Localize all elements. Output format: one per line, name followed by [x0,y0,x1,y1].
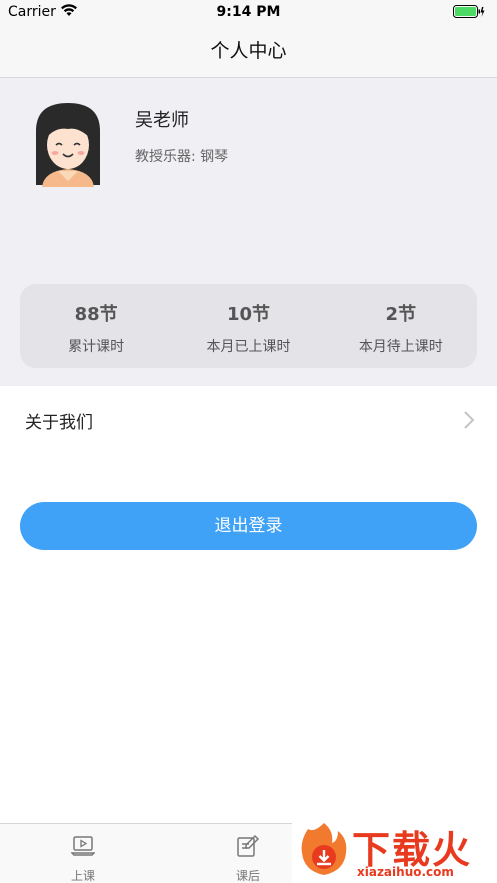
status-bar: Carrier 9:14 PM [0,0,497,26]
stat-month-pending: 2节 本月待上课时 [325,284,477,368]
battery-icon [453,5,485,18]
tab-after-class[interactable]: 课后 [208,824,288,883]
stat-value: 2节 [385,304,417,325]
stat-label: 累计课时 [68,339,125,355]
teacher-name: 吴老师 [135,110,189,131]
logout-button[interactable]: 退出登录 [20,502,477,550]
tab-class[interactable]: 上课 [43,824,123,883]
stat-total-lessons: 88节 累计课时 [20,284,172,368]
profile-section: 吴老师 教授乐器: 钢琴 88节 累计课时 10节 本月已上课时 2节 本月待上… [0,78,497,386]
chevron-right-icon [464,411,475,429]
page-title: 个人中心 [210,40,287,62]
stat-label: 本月已上课时 [206,339,291,355]
instrument-label: 教授乐器: 钢琴 [135,149,229,165]
watermark-url: xiazaihuo.com [357,865,454,879]
about-us-label: 关于我们 [25,413,93,433]
stat-value: 10节 [226,304,271,325]
stat-month-completed: 10节 本月已上课时 [172,284,324,368]
navigation-bar: 个人中心 [0,26,497,78]
flame-logo-icon [301,823,347,875]
avatar [36,103,100,187]
watermark: 下载火 xiazaihuo.com [292,817,497,883]
stat-label: 本月待上课时 [358,339,443,355]
stat-value: 88节 [74,304,118,325]
stats-card: 88节 累计课时 10节 本月已上课时 2节 本月待上课时 [20,284,477,368]
tab-after-class-label: 课后 [235,869,260,883]
laptop-play-icon [71,836,95,856]
edit-note-icon [237,834,260,857]
about-us-row[interactable]: 关于我们 [0,386,497,454]
status-time: 9:14 PM [216,4,281,20]
tab-class-label: 上课 [70,869,95,883]
